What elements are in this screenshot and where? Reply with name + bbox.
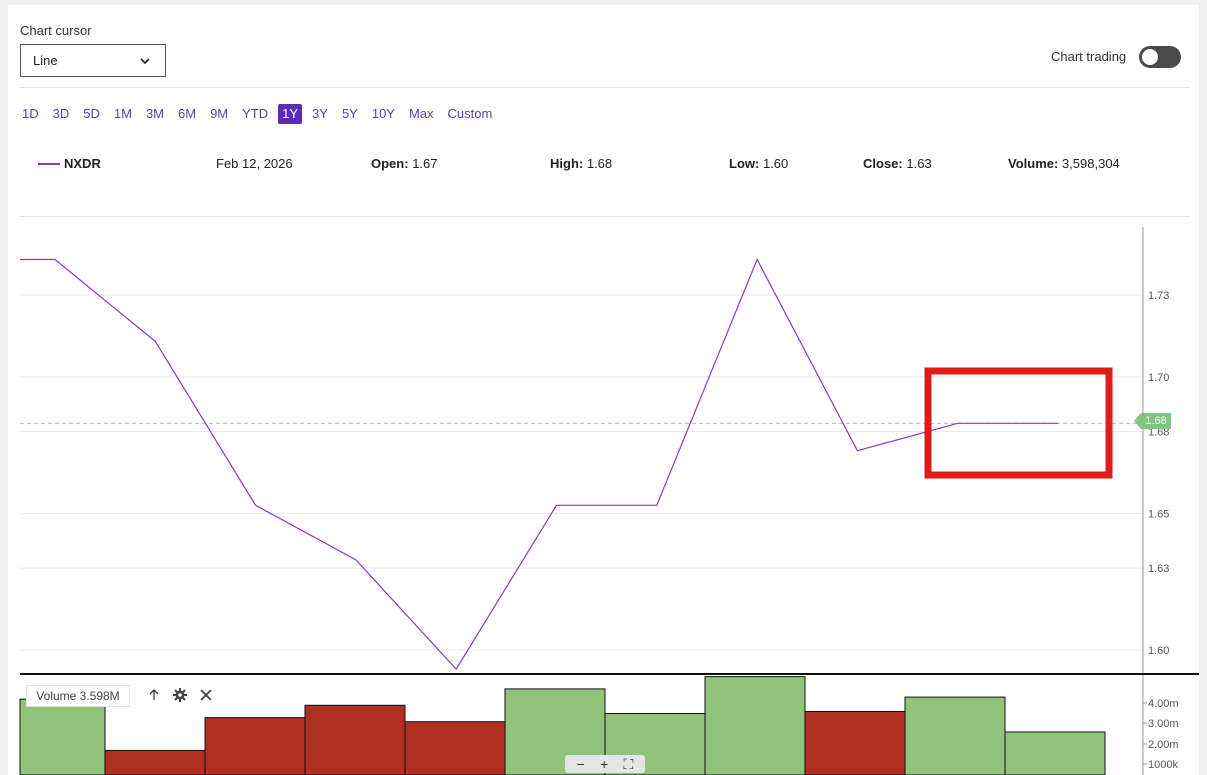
volume-bar — [904, 696, 1006, 775]
y-tick-label: 1.63 — [1148, 563, 1169, 575]
y-tick-label: 1.70 — [1148, 372, 1169, 384]
volume-bar — [19, 698, 106, 775]
volume-tools — [146, 687, 214, 703]
volume-bar — [304, 704, 406, 775]
volume-tick-label: 4.00m — [1148, 698, 1179, 710]
zoom-in-button[interactable]: + — [600, 757, 608, 771]
y-tick-label: 1.65 — [1148, 508, 1169, 520]
volume-label: Volume 3.598M — [26, 685, 130, 707]
volume-bar — [1004, 731, 1106, 775]
arrow-up-icon[interactable] — [146, 687, 162, 703]
gear-icon[interactable] — [172, 687, 188, 703]
y-tick-label: 1.73 — [1148, 290, 1169, 302]
price-line — [20, 258, 1058, 671]
volume-bar — [104, 749, 206, 775]
zoom-controls: − + ⛶ — [565, 755, 645, 773]
close-icon[interactable] — [198, 687, 214, 703]
y-tick-label: 1.60 — [1148, 645, 1169, 657]
volume-bar — [404, 721, 506, 775]
volume-tick-label: 2.00m — [1148, 739, 1179, 751]
fit-screen-button[interactable]: ⛶ — [624, 757, 634, 771]
current-price-marker: 1.68 — [1134, 413, 1171, 429]
chart-panel: Chart cursor Line Chart trading 1D 3D 5D 1M… — [8, 5, 1199, 775]
price-chart[interactable]: 1.73 1.70 1.68 1.65 1.63 1.60 4.00m 3.00m 2.00m 1… — [8, 5, 1199, 775]
volume-bar — [804, 710, 906, 775]
volume-tick-label: 1000k — [1148, 759, 1178, 771]
volume-bar — [704, 676, 806, 775]
volume-bar — [204, 717, 306, 775]
volume-tick-label: 3.00m — [1148, 718, 1179, 730]
zoom-out-button[interactable]: − — [577, 757, 585, 771]
